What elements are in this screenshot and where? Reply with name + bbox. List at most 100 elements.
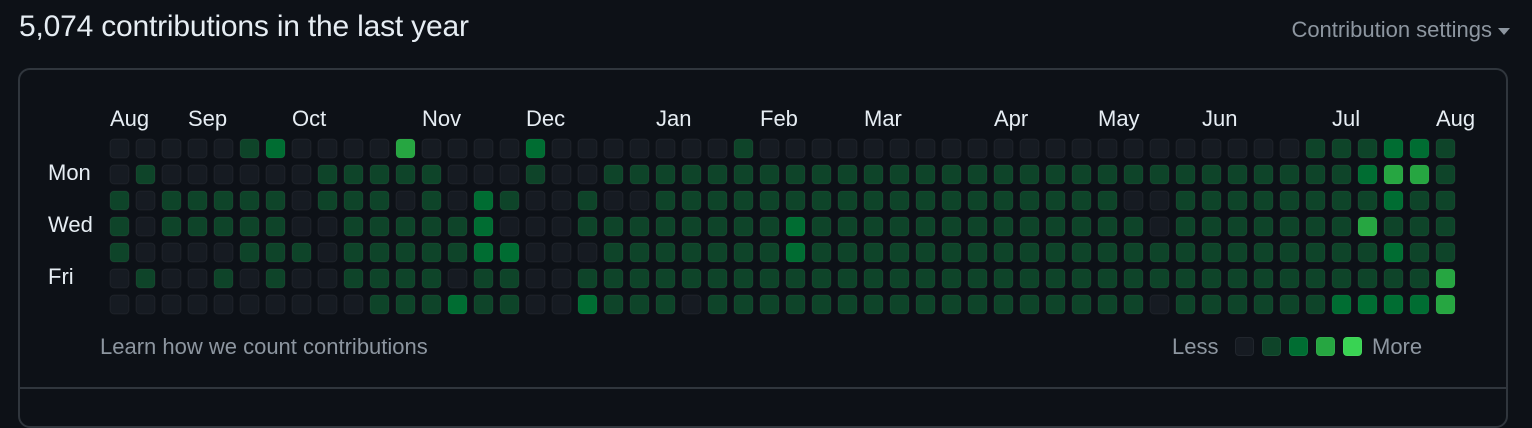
contribution-cell[interactable] (1279, 216, 1300, 237)
contribution-cell[interactable] (421, 242, 442, 263)
contribution-cell[interactable] (551, 190, 572, 211)
contribution-cell[interactable] (1253, 138, 1274, 159)
contribution-cell[interactable] (1409, 190, 1430, 211)
contribution-cell[interactable] (213, 190, 234, 211)
contribution-cell[interactable] (187, 294, 208, 315)
contribution-cell[interactable] (733, 138, 754, 159)
contribution-cell[interactable] (941, 268, 962, 289)
contribution-cell[interactable] (1279, 242, 1300, 263)
contribution-cell[interactable] (187, 242, 208, 263)
contribution-cell[interactable] (1305, 164, 1326, 185)
contribution-cell[interactable] (889, 138, 910, 159)
contribution-cell[interactable] (577, 164, 598, 185)
contribution-cell[interactable] (525, 216, 546, 237)
contribution-cell[interactable] (343, 190, 364, 211)
contribution-cell[interactable] (551, 216, 572, 237)
contribution-cell[interactable] (837, 216, 858, 237)
contribution-cell[interactable] (915, 268, 936, 289)
contribution-cell[interactable] (733, 164, 754, 185)
contribution-cell[interactable] (1149, 190, 1170, 211)
contribution-cell[interactable] (447, 294, 468, 315)
contribution-cell[interactable] (1331, 216, 1352, 237)
contribution-cell[interactable] (239, 216, 260, 237)
contribution-cell[interactable] (759, 138, 780, 159)
contribution-cell[interactable] (733, 190, 754, 211)
contribution-cell[interactable] (785, 190, 806, 211)
contribution-cell[interactable] (499, 294, 520, 315)
contribution-cell[interactable] (473, 216, 494, 237)
contribution-cell[interactable] (1097, 216, 1118, 237)
contribution-cell[interactable] (603, 268, 624, 289)
contribution-cell[interactable] (343, 216, 364, 237)
contribution-cell[interactable] (993, 268, 1014, 289)
contribution-cell[interactable] (369, 268, 390, 289)
contribution-cell[interactable] (785, 242, 806, 263)
contribution-cell[interactable] (1175, 242, 1196, 263)
contribution-cell[interactable] (1383, 216, 1404, 237)
contribution-cell[interactable] (1175, 138, 1196, 159)
contribution-cell[interactable] (707, 216, 728, 237)
contribution-cell[interactable] (369, 294, 390, 315)
contribution-cell[interactable] (681, 190, 702, 211)
contribution-cell[interactable] (213, 242, 234, 263)
contribution-cell[interactable] (1175, 216, 1196, 237)
contribution-cell[interactable] (317, 164, 338, 185)
contribution-cell[interactable] (1383, 190, 1404, 211)
contribution-cell[interactable] (1305, 242, 1326, 263)
contribution-cell[interactable] (863, 164, 884, 185)
contribution-cell[interactable] (1435, 294, 1456, 315)
contribution-cell[interactable] (161, 268, 182, 289)
contribution-cell[interactable] (1305, 216, 1326, 237)
contribution-cell[interactable] (135, 294, 156, 315)
contribution-cell[interactable] (1331, 138, 1352, 159)
contribution-cell[interactable] (447, 216, 468, 237)
contribution-cell[interactable] (785, 294, 806, 315)
contribution-cell[interactable] (1045, 294, 1066, 315)
contribution-cell[interactable] (837, 294, 858, 315)
contribution-cell[interactable] (135, 164, 156, 185)
contribution-cell[interactable] (915, 294, 936, 315)
contribution-cell[interactable] (1409, 216, 1430, 237)
contribution-cell[interactable] (915, 242, 936, 263)
contribution-cell[interactable] (135, 216, 156, 237)
contribution-cell[interactable] (967, 294, 988, 315)
contribution-cell[interactable] (1201, 138, 1222, 159)
contribution-cell[interactable] (1435, 138, 1456, 159)
contribution-cell[interactable] (473, 242, 494, 263)
contribution-cell[interactable] (291, 294, 312, 315)
contribution-cell[interactable] (1435, 268, 1456, 289)
contribution-cell[interactable] (421, 164, 442, 185)
contribution-cell[interactable] (967, 138, 988, 159)
contribution-cell[interactable] (1227, 216, 1248, 237)
contribution-cell[interactable] (1019, 216, 1040, 237)
contribution-cell[interactable] (395, 138, 416, 159)
contribution-cell[interactable] (161, 216, 182, 237)
contribution-cell[interactable] (1331, 164, 1352, 185)
contribution-cell[interactable] (239, 138, 260, 159)
contribution-cell[interactable] (551, 164, 572, 185)
contribution-cell[interactable] (291, 242, 312, 263)
contribution-cell[interactable] (967, 164, 988, 185)
contribution-cell[interactable] (109, 164, 130, 185)
contribution-cell[interactable] (1227, 268, 1248, 289)
contribution-cell[interactable] (499, 242, 520, 263)
contribution-cell[interactable] (603, 190, 624, 211)
contribution-cell[interactable] (629, 216, 650, 237)
contribution-cell[interactable] (473, 138, 494, 159)
contribution-cell[interactable] (577, 138, 598, 159)
contribution-cell[interactable] (811, 242, 832, 263)
contribution-cell[interactable] (1253, 268, 1274, 289)
contribution-cell[interactable] (239, 164, 260, 185)
contribution-cell[interactable] (629, 138, 650, 159)
contribution-cell[interactable] (1175, 190, 1196, 211)
contribution-cell[interactable] (941, 294, 962, 315)
contribution-cell[interactable] (1435, 164, 1456, 185)
contribution-cell[interactable] (343, 164, 364, 185)
contribution-cell[interactable] (603, 138, 624, 159)
contribution-cell[interactable] (525, 242, 546, 263)
contribution-cell[interactable] (863, 190, 884, 211)
contribution-cell[interactable] (1045, 268, 1066, 289)
contribution-cell[interactable] (317, 242, 338, 263)
contribution-cell[interactable] (681, 294, 702, 315)
contribution-cell[interactable] (1019, 164, 1040, 185)
